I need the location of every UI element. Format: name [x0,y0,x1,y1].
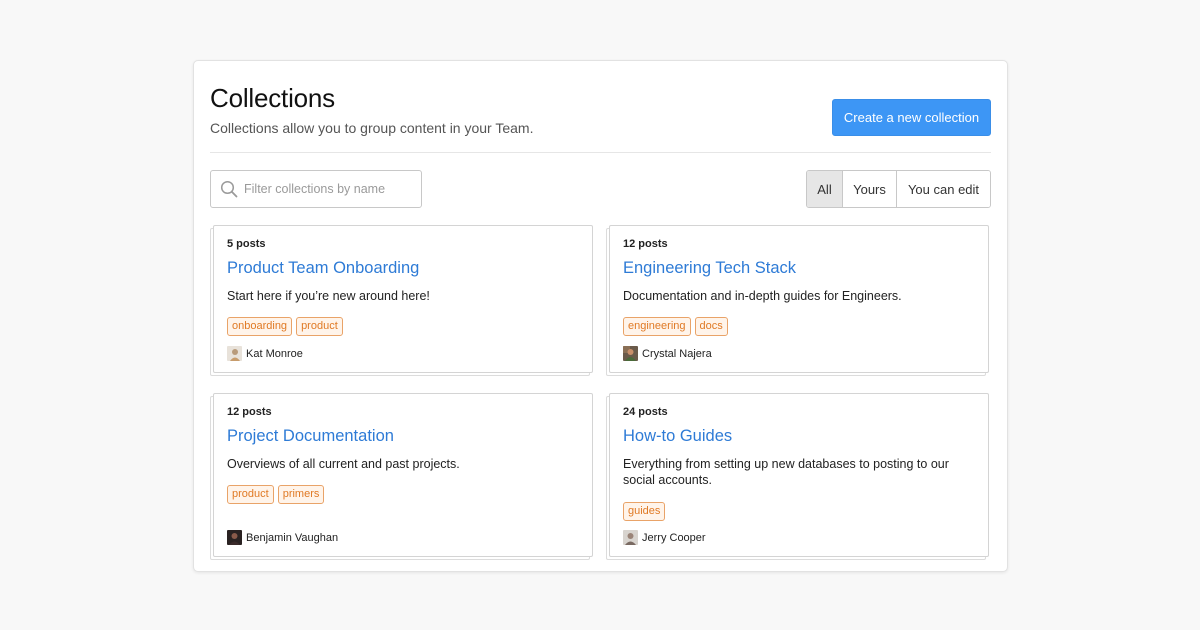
card-body: 5 posts Product Team Onboarding Start he… [213,225,593,373]
collection-description: Overviews of all current and past projec… [227,457,460,471]
collection-title-link[interactable]: Engineering Tech Stack [623,259,796,278]
author: Kat Monroe [227,346,303,361]
tag-list: product primers [227,485,325,504]
filter-you-can-edit-button[interactable]: You can edit [897,171,990,207]
collections-panel: Collections Collections allow you to gro… [193,60,1008,572]
collection-card[interactable]: 12 posts Engineering Tech Stack Document… [606,225,989,376]
search-box[interactable] [210,170,422,208]
collection-description: Start here if you’re new around here! [227,289,430,303]
collection-card[interactable]: 5 posts Product Team Onboarding Start he… [210,225,593,376]
tag[interactable]: engineering [623,317,691,336]
author-name: Benjamin Vaughan [246,531,339,544]
post-count: 5 posts [227,238,266,250]
header-divider [210,152,991,153]
avatar [227,346,242,361]
card-body: 24 posts How-to Guides Everything from s… [609,393,989,557]
page-title: Collections [210,83,335,113]
collection-card[interactable]: 12 posts Project Documentation Overviews… [210,393,593,560]
author-name: Kat Monroe [246,347,303,360]
tag[interactable]: product [296,317,343,336]
post-count: 24 posts [623,406,668,418]
card-body: 12 posts Engineering Tech Stack Document… [609,225,989,373]
create-collection-button[interactable]: Create a new collection [832,99,991,136]
author-name: Crystal Najera [642,347,712,360]
card-body: 12 posts Project Documentation Overviews… [213,393,593,557]
filter-all-button[interactable]: All [807,171,843,207]
collection-title-link[interactable]: Product Team Onboarding [227,259,419,278]
author-name: Jerry Cooper [642,531,706,544]
avatar [227,530,242,545]
collection-description: Documentation and in-depth guides for En… [623,289,902,303]
collection-description: Everything from setting up new databases… [623,457,949,487]
avatar [623,346,638,361]
search-input[interactable] [244,182,414,196]
post-count: 12 posts [623,238,668,250]
collection-title-link[interactable]: How-to Guides [623,427,732,446]
tag-list: engineering docs [623,317,728,336]
author: Benjamin Vaughan [227,530,338,545]
author: Crystal Najera [623,346,712,361]
tag[interactable]: docs [694,317,728,336]
post-count: 12 posts [227,406,272,418]
tag-list: onboarding product [227,317,343,336]
collection-title-link[interactable]: Project Documentation [227,427,394,446]
tag[interactable]: onboarding [227,317,293,336]
page-subtitle: Collections allow you to group content i… [210,120,534,136]
tag[interactable]: primers [277,485,325,504]
search-icon [220,180,238,198]
filter-segmented-control: All Yours You can edit [806,170,991,208]
author: Jerry Cooper [623,530,706,545]
avatar [623,530,638,545]
tag[interactable]: product [227,485,274,504]
tag[interactable]: guides [623,502,666,521]
tag-list: guides [623,502,666,521]
filter-yours-button[interactable]: Yours [843,171,897,207]
collection-card[interactable]: 24 posts How-to Guides Everything from s… [606,393,989,560]
